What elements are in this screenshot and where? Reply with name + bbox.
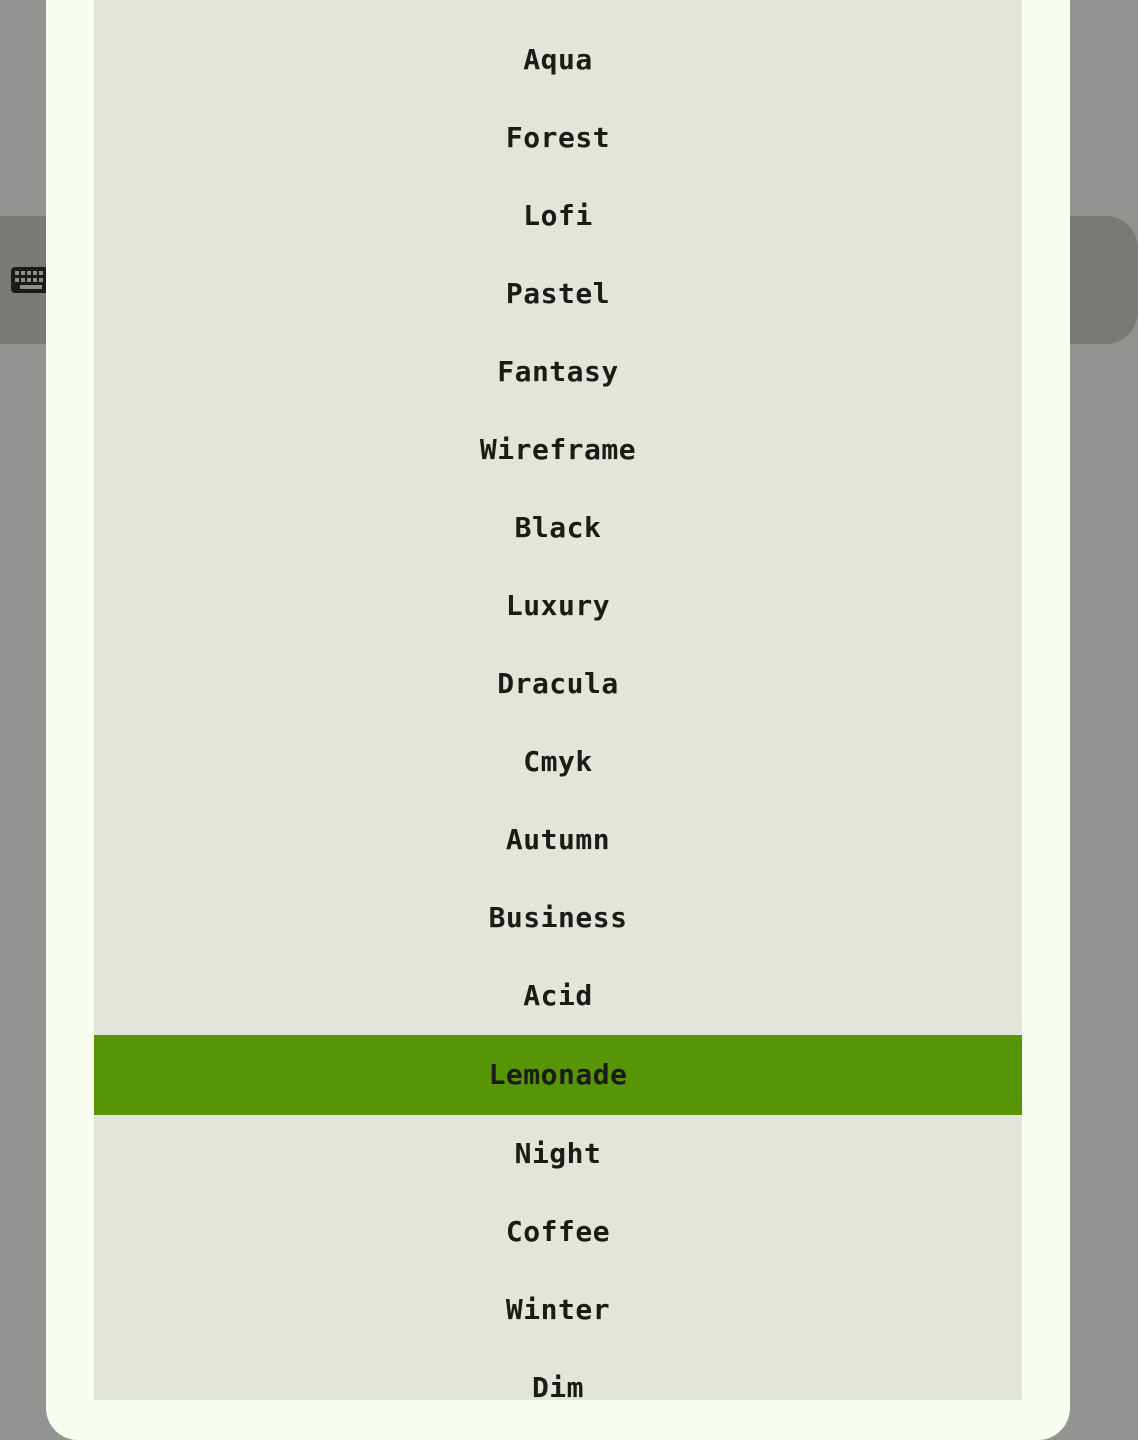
theme-option-winter[interactable]: Winter xyxy=(94,1271,1022,1349)
theme-option-cmyk[interactable]: Cmyk xyxy=(94,723,1022,801)
theme-list: Aqua Forest Lofi Pastel Fantasy Wirefram… xyxy=(94,0,1022,1400)
theme-option-luxury[interactable]: Luxury xyxy=(94,567,1022,645)
theme-option-forest[interactable]: Forest xyxy=(94,99,1022,177)
theme-option-wireframe[interactable]: Wireframe xyxy=(94,411,1022,489)
theme-option-aqua[interactable]: Aqua xyxy=(94,0,1022,99)
theme-option-black[interactable]: Black xyxy=(94,489,1022,567)
theme-option-business[interactable]: Business xyxy=(94,879,1022,957)
theme-option-dim[interactable]: Dim xyxy=(94,1349,1022,1400)
theme-option-dracula[interactable]: Dracula xyxy=(94,645,1022,723)
theme-option-pastel[interactable]: Pastel xyxy=(94,255,1022,333)
theme-option-fantasy[interactable]: Fantasy xyxy=(94,333,1022,411)
theme-option-acid[interactable]: Acid xyxy=(94,957,1022,1035)
theme-option-night[interactable]: Night xyxy=(94,1115,1022,1193)
theme-option-lemonade-selected[interactable]: Lemonade xyxy=(94,1035,1022,1115)
theme-option-lofi[interactable]: Lofi xyxy=(94,177,1022,255)
theme-option-coffee[interactable]: Coffee xyxy=(94,1193,1022,1271)
theme-option-autumn[interactable]: Autumn xyxy=(94,801,1022,879)
